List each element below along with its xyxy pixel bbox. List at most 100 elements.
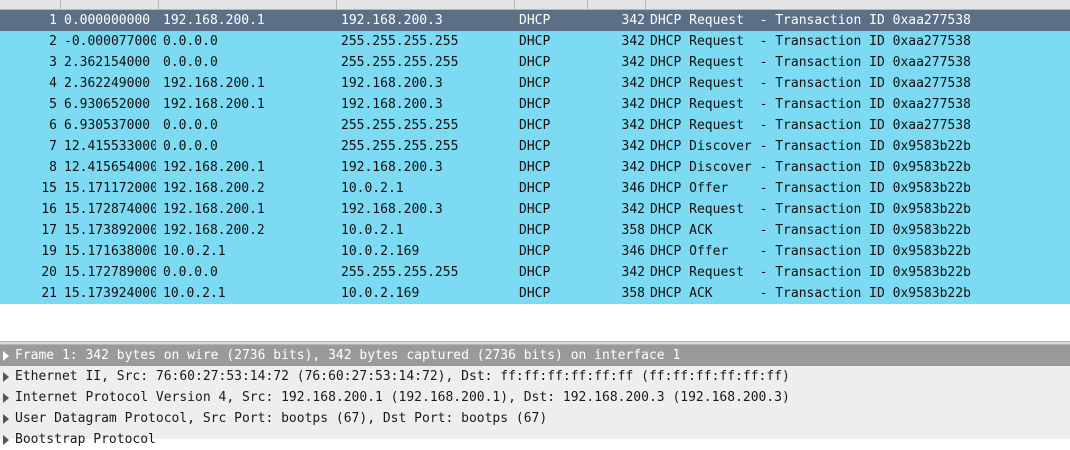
packet-destination: 255.255.255.255	[341, 34, 459, 49]
packet-number: 2	[49, 34, 57, 49]
packet-info: DHCP Request - Transaction ID 0x9583b22b	[650, 202, 971, 217]
detail-tree-label: Ethernet II, Src: 76:60:27:53:14:72 (76:…	[15, 369, 790, 384]
expand-arrow-icon[interactable]	[3, 435, 9, 445]
packet-length: 342	[621, 55, 645, 70]
detail-tree-item[interactable]: User Datagram Protocol, Src Port: bootps…	[0, 408, 1070, 429]
packet-row[interactable]: 21 15.173924000 10.0.2.1 10.0.2.169 DHCP 358 D…	[0, 283, 1070, 304]
packet-source: 0.0.0.0	[163, 265, 218, 280]
packet-protocol: DHCP	[519, 76, 551, 91]
packet-time: 15.172789000	[64, 265, 156, 280]
expand-arrow-icon[interactable]	[3, 351, 9, 361]
packet-destination: 255.255.255.255	[341, 265, 459, 280]
packet-length: 342	[621, 265, 645, 280]
packet-time: 15.171638000	[64, 244, 156, 259]
packet-time: 2.362249000	[64, 76, 151, 91]
packet-destination: 10.0.2.169	[341, 286, 420, 301]
packet-row[interactable]: 7 12.415533000 0.0.0.0 255.255.255.255 DHCP 3…	[0, 136, 1070, 157]
packet-row[interactable]: 5 6.930652000 192.168.200.1 192.168.200.3 DH…	[0, 94, 1070, 115]
packet-number: 1	[49, 13, 57, 28]
packet-destination: 192.168.200.3	[341, 160, 443, 175]
detail-tree-label: Frame 1: 342 bytes on wire (2736 bits), …	[15, 348, 681, 363]
detail-tree-item[interactable]: Bootstrap Protocol	[0, 429, 1070, 450]
detail-tree-label: Internet Protocol Version 4, Src: 192.16…	[15, 390, 790, 405]
packet-source: 10.0.2.1	[163, 244, 226, 259]
packet-info: DHCP ACK - Transaction ID 0x9583b22b	[650, 286, 971, 301]
packet-source: 0.0.0.0	[163, 139, 218, 154]
packet-source: 192.168.200.2	[163, 181, 265, 196]
packet-destination: 10.0.2.169	[341, 244, 420, 259]
packet-protocol: DHCP	[519, 244, 551, 259]
packet-info: DHCP Discover - Transaction ID 0x9583b22…	[650, 160, 971, 175]
packet-destination: 192.168.200.3	[341, 76, 443, 91]
packet-source: 0.0.0.0	[163, 34, 218, 49]
packet-protocol: DHCP	[519, 55, 551, 70]
packet-number: 4	[49, 76, 57, 91]
expand-arrow-icon[interactable]	[3, 414, 9, 424]
packet-length: 342	[621, 97, 645, 112]
packet-destination: 192.168.200.3	[341, 202, 443, 217]
packet-time: 6.930652000	[64, 97, 151, 112]
packet-row[interactable]: 1 0.000000000 192.168.200.1 192.168.200.3 DH…	[0, 10, 1070, 31]
packet-details-pane: Frame 1: 342 bytes on wire (2736 bits), …	[0, 345, 1070, 447]
packet-length: 342	[621, 139, 645, 154]
packet-protocol: DHCP	[519, 223, 551, 238]
packet-protocol: DHCP	[519, 181, 551, 196]
packet-row[interactable]: 4 2.362249000 192.168.200.1 192.168.200.3 DH…	[0, 73, 1070, 94]
packet-info: DHCP Request - Transaction ID 0xaa277538	[650, 34, 971, 49]
packet-info: DHCP Request - Transaction ID 0xaa277538	[650, 55, 971, 70]
detail-tree-item[interactable]: Frame 1: 342 bytes on wire (2736 bits), …	[0, 345, 1070, 366]
packet-number: 19	[41, 244, 57, 259]
packet-number: 15	[41, 181, 57, 196]
packet-protocol: DHCP	[519, 286, 551, 301]
packet-row[interactable]: 2 -0.000077000 0.0.0.0 255.255.255.255 DHCP 3…	[0, 31, 1070, 52]
packet-row[interactable]: 17 15.173892000 192.168.200.2 10.0.2.1 DHCP 3…	[0, 220, 1070, 241]
packet-protocol: DHCP	[519, 13, 551, 28]
packet-info: DHCP Request - Transaction ID 0xaa277538	[650, 76, 971, 91]
detail-tree-item[interactable]: Internet Protocol Version 4, Src: 192.16…	[0, 387, 1070, 408]
packet-source: 192.168.200.1	[163, 202, 265, 217]
detail-tree-item[interactable]: Ethernet II, Src: 76:60:27:53:14:72 (76:…	[0, 366, 1070, 387]
packet-time: 15.173924000	[64, 286, 156, 301]
packet-row[interactable]: 6 6.930537000 0.0.0.0 255.255.255.255 DHCP 34…	[0, 115, 1070, 136]
packet-length: 342	[621, 202, 645, 217]
packet-destination: 10.0.2.1	[341, 223, 404, 238]
packet-source: 0.0.0.0	[163, 55, 218, 70]
packet-length: 346	[621, 181, 645, 196]
packet-info: DHCP Request - Transaction ID 0xaa277538	[650, 97, 971, 112]
packet-protocol: DHCP	[519, 265, 551, 280]
packet-source: 192.168.200.1	[163, 76, 265, 91]
packet-row[interactable]: 15 15.171172000 192.168.200.2 10.0.2.1 DHCP 3…	[0, 178, 1070, 199]
packet-list-header[interactable]	[0, 0, 1070, 10]
packet-length: 342	[621, 160, 645, 175]
packet-row[interactable]: 20 15.172789000 0.0.0.0 255.255.255.255 DHCP…	[0, 262, 1070, 283]
packet-time: 0.000000000	[64, 13, 151, 28]
packet-time: 2.362154000	[64, 55, 151, 70]
packet-destination: 255.255.255.255	[341, 118, 459, 133]
packet-info: DHCP Request - Transaction ID 0xaa277538	[650, 13, 971, 28]
packet-time: -0.000077000	[64, 34, 156, 49]
expand-arrow-icon[interactable]	[3, 372, 9, 382]
packet-number: 17	[41, 223, 57, 238]
expand-arrow-icon[interactable]	[3, 393, 9, 403]
packet-destination: 255.255.255.255	[341, 139, 459, 154]
packet-source: 192.168.200.1	[163, 97, 265, 112]
packet-row[interactable]: 3 2.362154000 0.0.0.0 255.255.255.255 DHCP 34…	[0, 52, 1070, 73]
packet-number: 16	[41, 202, 57, 217]
packet-number: 3	[49, 55, 57, 70]
detail-tree-label: Bootstrap Protocol	[15, 432, 156, 447]
packet-protocol: DHCP	[519, 97, 551, 112]
packet-row[interactable]: 19 15.171638000 10.0.2.1 10.0.2.169 DHCP 346 D…	[0, 241, 1070, 262]
packet-row[interactable]: 8 12.415654000 192.168.200.1 192.168.200.3 D…	[0, 157, 1070, 178]
packet-time: 12.415654000	[64, 160, 156, 175]
packet-length: 342	[621, 13, 645, 28]
packet-number: 5	[49, 97, 57, 112]
packet-destination: 255.255.255.255	[341, 55, 459, 70]
packet-row[interactable]: 16 15.172874000 192.168.200.1 192.168.200.3…	[0, 199, 1070, 220]
packet-source: 0.0.0.0	[163, 118, 218, 133]
packet-source: 192.168.200.2	[163, 223, 265, 238]
detail-tree-label: User Datagram Protocol, Src Port: bootps…	[15, 411, 548, 426]
packet-time: 15.172874000	[64, 202, 156, 217]
packet-info: DHCP Request - Transaction ID 0x9583b22b	[650, 265, 971, 280]
packet-time: 15.171172000	[64, 181, 156, 196]
packet-protocol: DHCP	[519, 118, 551, 133]
